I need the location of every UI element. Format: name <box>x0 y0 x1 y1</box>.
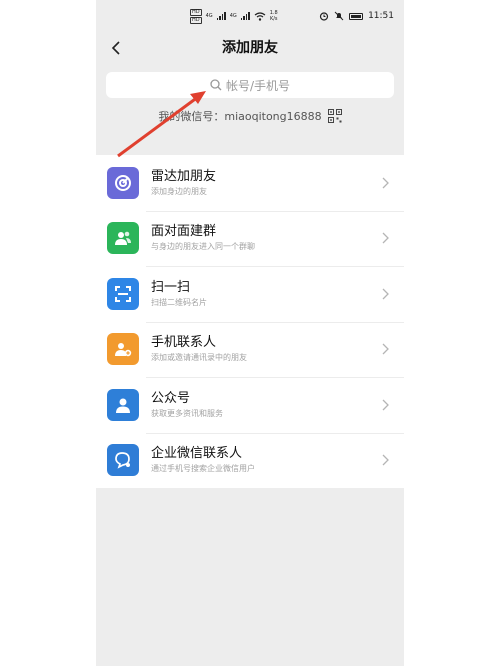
hd-badge: HD <box>190 16 202 24</box>
alarm-icon <box>319 12 329 21</box>
option-subtitle: 添加身边的朋友 <box>151 186 207 196</box>
chevron-right-icon <box>382 454 389 466</box>
my-wechat-id-text: 我的微信号：miaoqitong16888 <box>158 110 322 123</box>
signal-icon <box>216 12 226 20</box>
nav-bar: 添加朋友 <box>96 32 404 62</box>
battery-icon <box>349 12 364 20</box>
radar-icon <box>107 166 139 199</box>
option-text: 面对面建群 与身边的朋友进入同一个群聊 <box>151 223 378 253</box>
mute-icon <box>334 11 344 21</box>
status-left: HD HD 4G 4G 1.8 K/s <box>190 8 278 24</box>
net-speed-unit: K/s <box>269 16 278 22</box>
search-icon <box>210 79 222 91</box>
option-official-accounts[interactable]: 公众号 获取更多资讯和服务 <box>96 377 404 433</box>
person-icon <box>107 388 139 421</box>
option-title: 雷达加朋友 <box>151 168 217 184</box>
option-text: 手机联系人 添加或邀请通讯录中的朋友 <box>151 334 378 364</box>
page-title: 添加朋友 <box>222 40 278 56</box>
status-right: 11:51 <box>319 11 394 21</box>
network-type: 4G <box>205 12 213 19</box>
group-icon <box>107 222 139 255</box>
option-text: 企业微信联系人 通过手机号搜索企业微信用户 <box>151 445 378 475</box>
signal-icon <box>240 12 250 20</box>
contact-icon <box>107 333 139 366</box>
chevron-right-icon <box>382 288 389 300</box>
back-button[interactable] <box>106 38 126 58</box>
net-speed: 1.8 K/s <box>270 10 278 22</box>
chevron-right-icon <box>382 343 389 355</box>
option-title: 手机联系人 <box>151 335 217 351</box>
status-bar: HD HD 4G 4G 1.8 K/s 11:51 <box>96 0 404 32</box>
option-scan[interactable]: 扫一扫 扫描二维码名片 <box>96 266 404 322</box>
option-text: 公众号 获取更多资讯和服务 <box>151 390 378 420</box>
clock: 11:51 <box>368 11 394 21</box>
option-text: 雷达加朋友 添加身边的朋友 <box>151 168 378 198</box>
my-wechat-id: 我的微信号：miaoqitong16888 <box>96 107 404 125</box>
scan-icon <box>107 277 139 310</box>
option-subtitle: 与身边的朋友进入同一个群聊 <box>151 242 255 252</box>
option-face-to-face-group[interactable]: 面对面建群 与身边的朋友进入同一个群聊 <box>96 210 404 267</box>
option-radar[interactable]: 雷达加朋友 添加身边的朋友 <box>96 155 404 211</box>
chevron-right-icon <box>382 177 389 189</box>
wecom-icon <box>107 444 139 477</box>
chevron-right-icon <box>382 399 389 411</box>
qr-code-icon[interactable] <box>327 109 342 123</box>
search-input[interactable]: 帐号/手机号 <box>106 72 394 98</box>
option-text: 扫一扫 扫描二维码名片 <box>151 279 378 309</box>
network-type: 4G <box>229 12 237 19</box>
search-placeholder: 帐号/手机号 <box>225 78 291 93</box>
option-subtitle: 添加或邀请通讯录中的朋友 <box>151 353 247 363</box>
option-title: 扫一扫 <box>151 279 191 295</box>
hd-badge: HD <box>190 8 202 16</box>
chevron-left-icon <box>111 41 120 55</box>
chevron-right-icon <box>382 232 389 244</box>
wifi-icon <box>254 11 266 21</box>
option-phone-contacts[interactable]: 手机联系人 添加或邀请通讯录中的朋友 <box>96 321 404 378</box>
option-wecom-contacts[interactable]: 企业微信联系人 通过手机号搜索企业微信用户 <box>96 432 404 489</box>
option-title: 公众号 <box>151 390 191 406</box>
option-subtitle: 获取更多资讯和服务 <box>151 408 223 418</box>
option-title: 面对面建群 <box>151 224 217 240</box>
option-subtitle: 通过手机号搜索企业微信用户 <box>151 464 255 474</box>
phone-screen: HD HD 4G 4G 1.8 K/s 11:51 添加朋友 帐号/手机号 我的… <box>96 0 404 666</box>
add-friend-options: 雷达加朋友 添加身边的朋友 面对面建群 与身边的朋友进入同一个群聊 扫一扫 扫描… <box>96 155 404 488</box>
option-title: 企业微信联系人 <box>151 446 243 462</box>
sim1-indicator: HD HD <box>190 8 202 24</box>
option-subtitle: 扫描二维码名片 <box>151 297 207 307</box>
